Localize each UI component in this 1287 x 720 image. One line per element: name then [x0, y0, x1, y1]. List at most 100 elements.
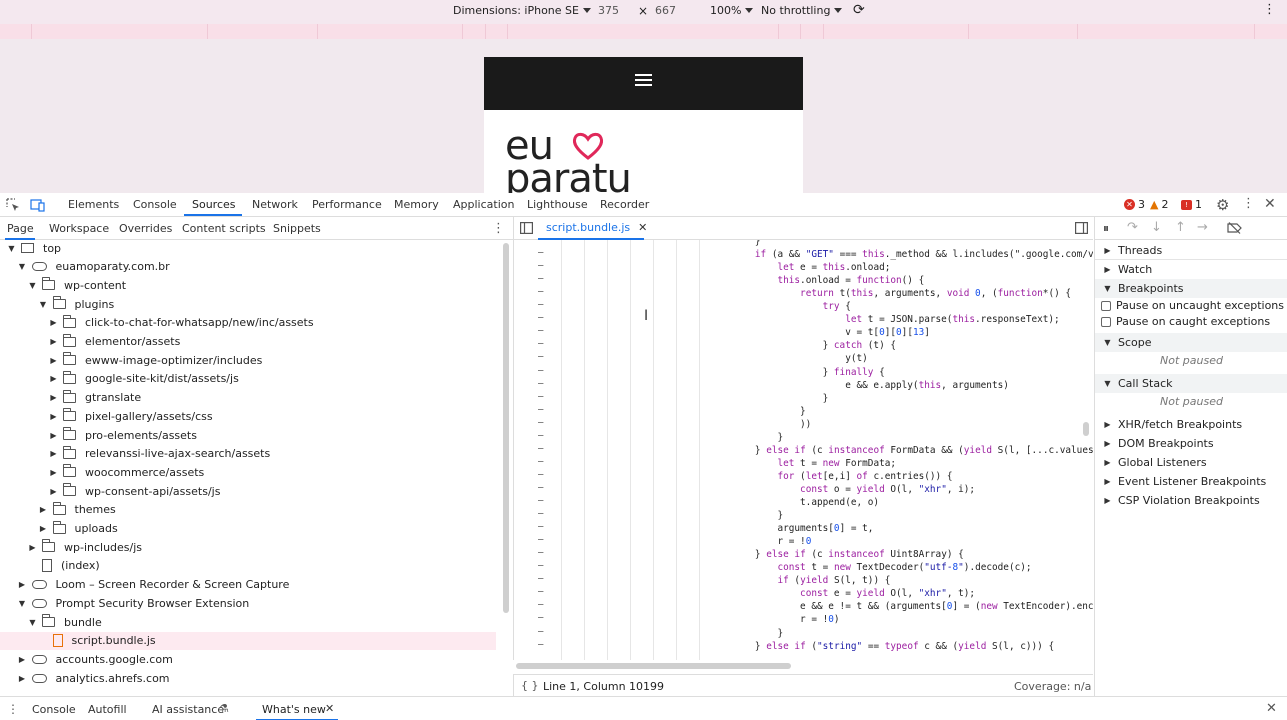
- tab-page[interactable]: Page: [7, 222, 34, 235]
- expand-arrow-icon[interactable]: ▶: [18, 674, 27, 683]
- gutter-marker[interactable]: –: [538, 522, 546, 532]
- expand-arrow-icon[interactable]: ▶: [49, 449, 58, 458]
- gutter-marker[interactable]: –: [538, 535, 546, 545]
- tab-overrides[interactable]: Overrides: [119, 222, 172, 235]
- drawer-tab-console[interactable]: Console: [32, 703, 76, 716]
- tab-content-scripts[interactable]: Content scripts: [182, 222, 266, 235]
- device-toggle-icon[interactable]: [30, 198, 46, 212]
- tree-item[interactable]: ▶ pro-elements/assets: [0, 426, 496, 444]
- zoom-dropdown[interactable]: 100%: [710, 4, 754, 17]
- editor-horizontal-scrollbar[interactable]: [513, 660, 1083, 672]
- expand-arrow-icon[interactable]: ▶: [39, 505, 48, 514]
- expand-arrow-icon[interactable]: ▶: [18, 580, 27, 589]
- collapse-arrow-icon[interactable]: ▼: [39, 300, 48, 309]
- phone-viewport[interactable]: eu paratu: [484, 57, 803, 193]
- tree-item[interactable]: ▶ themes: [0, 501, 496, 519]
- gutter-marker[interactable]: –: [538, 457, 546, 467]
- tree-item[interactable]: (index): [0, 557, 496, 575]
- gutter-marker[interactable]: –: [538, 627, 546, 637]
- settings-gear-icon[interactable]: ⚙: [1216, 196, 1229, 214]
- tree-item[interactable]: ▶ Loom – Screen Recorder & Screen Capture: [0, 576, 496, 594]
- toggle-navigator-icon[interactable]: [520, 222, 533, 234]
- tree-item[interactable]: ▶ relevanssi-live-ajax-search/assets: [0, 445, 496, 463]
- collapse-arrow-icon[interactable]: ▼: [28, 618, 37, 627]
- tab-snippets[interactable]: Snippets: [273, 222, 321, 235]
- drawer-menu-icon[interactable]: ⋮: [7, 702, 19, 716]
- tree-item[interactable]: ▼ wp-content: [0, 276, 496, 294]
- gutter-marker[interactable]: –: [538, 496, 546, 506]
- pause-caught-checkbox[interactable]: Pause on caught exceptions: [1101, 315, 1270, 328]
- section-dom-breakpoints[interactable]: ▶ DOM Breakpoints: [1095, 434, 1287, 453]
- step-icon[interactable]: →: [1197, 220, 1208, 235]
- gutter-marker[interactable]: –: [538, 261, 546, 271]
- gutter-marker[interactable]: –: [538, 509, 546, 519]
- tree-item[interactable]: ▶ wp-includes/js: [0, 538, 496, 556]
- section-xhr-breakpoints[interactable]: ▶ XHR/fetch Breakpoints: [1095, 415, 1287, 434]
- height-input[interactable]: 667: [655, 4, 676, 17]
- expand-arrow-icon[interactable]: ▶: [49, 431, 58, 440]
- step-into-icon[interactable]: ↓: [1151, 220, 1162, 235]
- expand-arrow-icon[interactable]: ▶: [49, 374, 58, 383]
- tree-scrollbar[interactable]: [502, 241, 510, 695]
- tree-item[interactable]: ▶ woocommerce/assets: [0, 463, 496, 481]
- gutter-marker[interactable]: –: [538, 470, 546, 480]
- gutter-marker[interactable]: –: [538, 339, 546, 349]
- tab-recorder[interactable]: Recorder: [600, 198, 649, 211]
- gutter-marker[interactable]: –: [538, 418, 546, 428]
- gutter-marker[interactable]: –: [538, 405, 546, 415]
- collapse-arrow-icon[interactable]: ▼: [28, 281, 37, 290]
- step-over-icon[interactable]: ↷: [1127, 220, 1138, 235]
- section-breakpoints[interactable]: ▼ Breakpoints: [1095, 279, 1287, 298]
- gutter-marker[interactable]: –: [538, 287, 546, 297]
- pause-uncaught-checkbox[interactable]: Pause on uncaught exceptions: [1101, 299, 1284, 312]
- gutter-marker[interactable]: –: [538, 548, 546, 558]
- tab-lighthouse[interactable]: Lighthouse: [527, 198, 588, 211]
- editor-tab-script-bundle[interactable]: script.bundle.js ✕: [538, 217, 647, 240]
- section-event-listener-breakpoints[interactable]: ▶ Event Listener Breakpoints: [1095, 472, 1287, 491]
- section-global-listeners[interactable]: ▶ Global Listeners: [1095, 453, 1287, 472]
- section-threads[interactable]: ▶ Threads: [1095, 241, 1287, 260]
- gutter-marker[interactable]: –: [538, 240, 546, 245]
- coverage-status[interactable]: Coverage: n/a: [1014, 680, 1091, 693]
- expand-arrow-icon[interactable]: ▶: [39, 524, 48, 533]
- expand-arrow-icon[interactable]: ▶: [49, 393, 58, 402]
- code-editor[interactable]: – } – if (a && "GET" === this._method && …: [513, 240, 1093, 660]
- gutter-marker[interactable]: –: [538, 600, 546, 610]
- error-counter[interactable]: ✕ 3: [1124, 198, 1145, 211]
- expand-arrow-icon[interactable]: ▶: [49, 318, 58, 327]
- gutter-marker[interactable]: –: [538, 561, 546, 571]
- more-options-icon[interactable]: ⋮: [1263, 2, 1276, 17]
- expand-arrow-icon[interactable]: ▶: [49, 356, 58, 365]
- dimensions-dropdown[interactable]: Dimensions: iPhone SE: [453, 4, 591, 17]
- collapse-arrow-icon[interactable]: ▼: [18, 262, 27, 271]
- tab-memory[interactable]: Memory: [394, 198, 439, 211]
- section-csp-violation-breakpoints[interactable]: ▶ CSP Violation Breakpoints: [1095, 491, 1287, 510]
- tab-performance[interactable]: Performance: [312, 198, 382, 211]
- tree-item[interactable]: ▶ uploads: [0, 520, 496, 538]
- expand-arrow-icon[interactable]: ▶: [49, 412, 58, 421]
- expand-arrow-icon[interactable]: ▶: [49, 468, 58, 477]
- tab-workspace[interactable]: Workspace: [49, 222, 109, 235]
- editor-vertical-scrollbar[interactable]: [1083, 422, 1089, 436]
- tab-elements[interactable]: Elements: [68, 198, 119, 211]
- tree-item[interactable]: script.bundle.js: [0, 631, 496, 650]
- close-icon[interactable]: ✕: [1264, 196, 1276, 212]
- drawer-tab-autofill[interactable]: Autofill: [88, 703, 127, 716]
- tab-console[interactable]: Console: [133, 198, 177, 211]
- tree-item[interactable]: ▶ pixel-gallery/assets/css: [0, 407, 496, 425]
- gutter-marker[interactable]: –: [538, 613, 546, 623]
- pretty-print-icon[interactable]: { }: [521, 679, 539, 692]
- gutter-marker[interactable]: –: [538, 326, 546, 336]
- drawer-tab-whats-new[interactable]: What's new: [262, 703, 326, 716]
- rotate-icon[interactable]: ⟳: [853, 2, 865, 18]
- tab-application[interactable]: Application: [453, 198, 514, 211]
- gutter-marker[interactable]: –: [538, 392, 546, 402]
- tree-item[interactable]: ▶ wp-consent-api/assets/js: [0, 482, 496, 500]
- toggle-debugger-icon[interactable]: [1075, 222, 1088, 234]
- inspect-element-icon[interactable]: [6, 198, 20, 212]
- gutter-marker[interactable]: –: [538, 366, 546, 376]
- tab-network[interactable]: Network: [252, 198, 298, 211]
- media-query-bar[interactable]: [0, 24, 1287, 39]
- gutter-marker[interactable]: –: [538, 248, 546, 258]
- gutter-marker[interactable]: –: [538, 431, 546, 441]
